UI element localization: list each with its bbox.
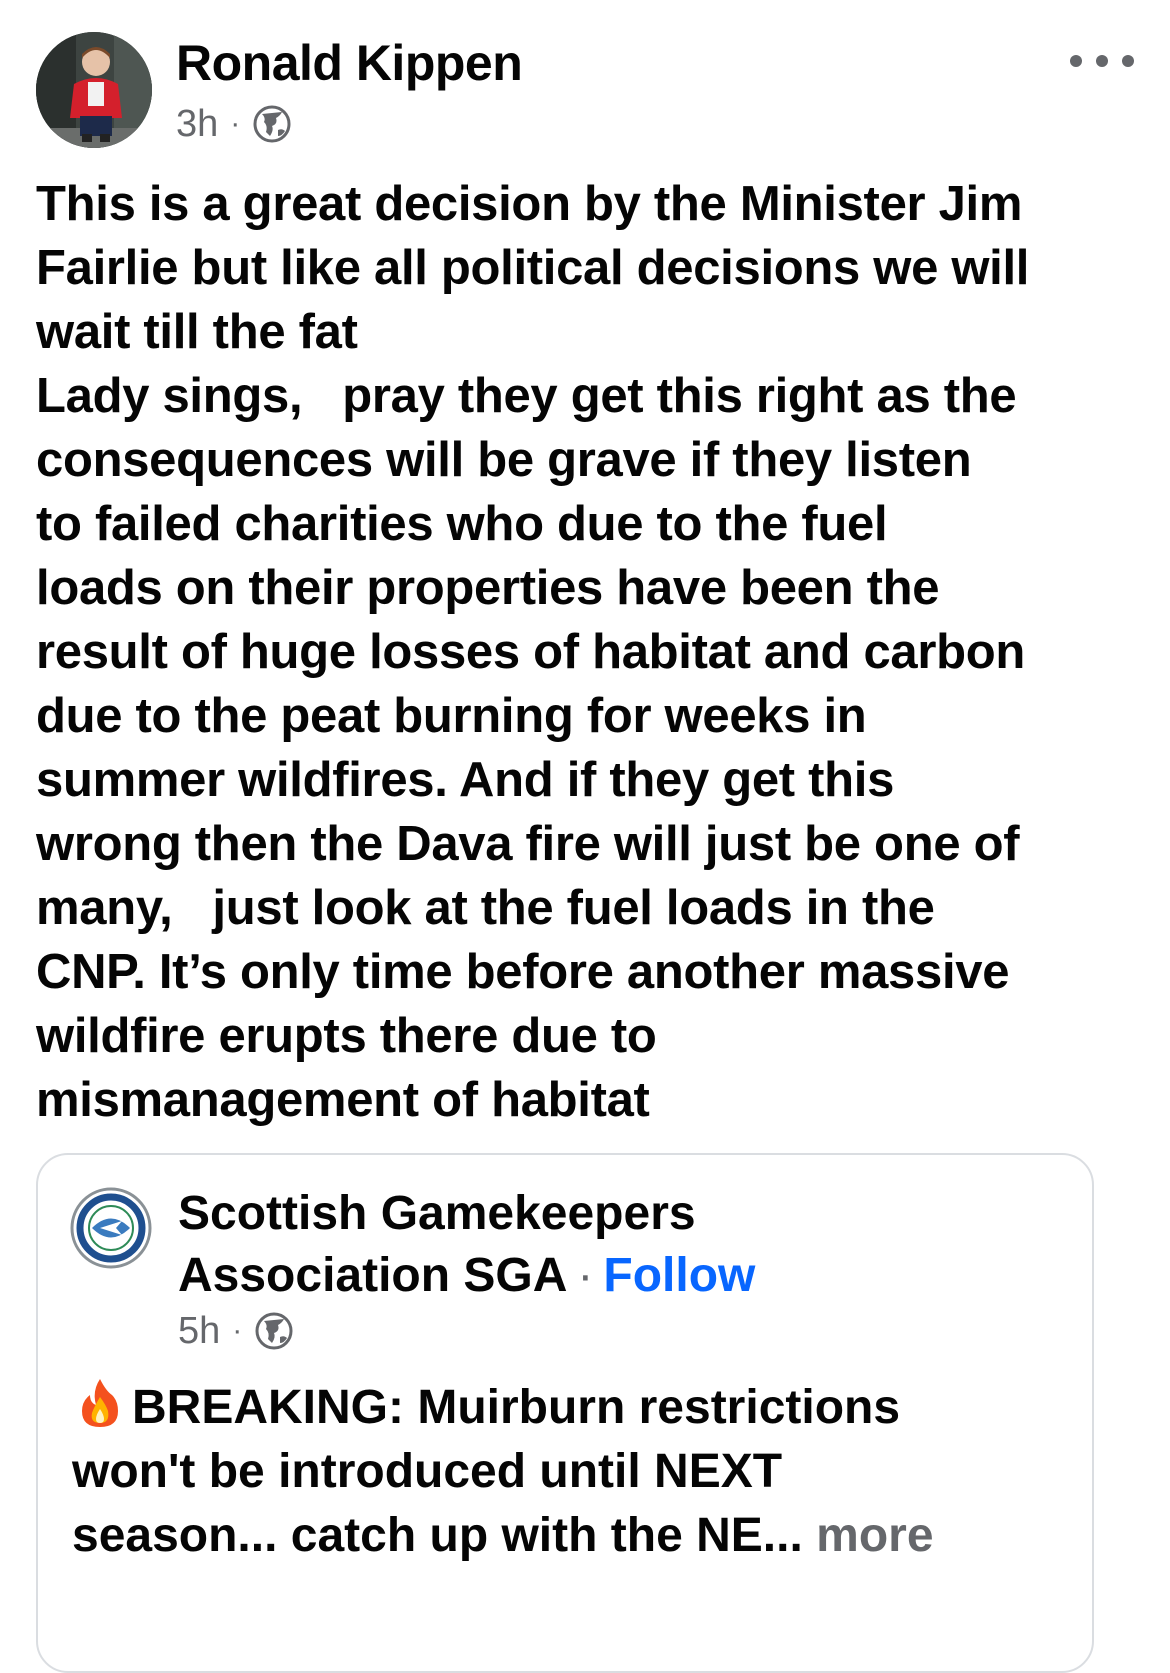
shared-text-line: won't be introduced until NEXT [72,1445,783,1498]
shared-text-line-content: season... catch up with the NE... [72,1509,803,1562]
more-dot [1070,55,1082,67]
sga-logo[interactable] [70,1187,152,1269]
post-text-line: consequences will be grave if they liste… [36,433,972,487]
meta-separator: · [230,107,241,140]
more-options-icon[interactable] [1070,46,1134,76]
post-text-line: summer wildfires. And if they get this [36,753,895,807]
page-name-line[interactable]: Association SGA [178,1249,567,1302]
post-text-line: result of huge losses of habitat and car… [36,625,1026,679]
post-text-line: Lady sings, pray they get this right as … [36,369,1017,423]
follow-button[interactable]: Follow [603,1249,755,1302]
shared-post-card[interactable]: Scottish Gamekeepers Association SGA · Fol… [36,1153,1094,1673]
post-text-line: wildfire erupts there due to [36,1009,657,1063]
post-text-line: This is a great decision by the Minister… [36,177,1023,231]
post-text: This is a great decision by the Minister… [36,172,1116,1132]
post-text-line: due to the peat burning for weeks in [36,689,867,743]
post-text-line: wrong then the Dava fire will just be on… [36,817,1020,871]
post-text-line: mismanagement of habitat [36,1073,650,1127]
shared-text-line: season... catch up with the NE... more [72,1504,1072,1568]
author-name[interactable]: Ronald Kippen [176,34,523,92]
page-name-row: Association SGA · Follow [178,1245,755,1307]
more-dot [1096,55,1108,67]
post-text-line: CNP. It’s only time before another massi… [36,945,1010,999]
author-avatar[interactable] [36,32,152,148]
post-meta: 3h · [176,102,292,146]
post-text-line: to failed charities who due to the fuel [36,497,888,551]
post-text-line: many, just look at the fuel loads in the [36,881,935,935]
fire-emoji-icon [72,1375,128,1431]
shared-text-line: BREAKING: Muirburn restrictions [72,1375,1072,1440]
post-text-line: Fairlie but like all political decisions… [36,241,1030,295]
globe-icon[interactable] [252,104,292,144]
post-timestamp[interactable]: 3h [176,103,218,146]
follow-separator: · [577,1249,594,1302]
globe-icon[interactable] [254,1311,294,1351]
meta-separator: · [232,1314,243,1347]
shared-post-text: BREAKING: Muirburn restrictions won't be… [72,1375,1072,1568]
shared-post-timestamp[interactable]: 5h [178,1310,220,1353]
page-name-line[interactable]: Scottish Gamekeepers [178,1183,755,1245]
shared-post-meta: 5h · [178,1309,294,1353]
post-text-line: loads on their properties have been the [36,561,940,615]
see-more-link[interactable]: more [816,1509,933,1562]
post-text-line: wait till the fat [36,305,358,359]
shared-page-name: Scottish Gamekeepers Association SGA · Fol… [178,1183,755,1307]
more-dot [1122,55,1134,67]
post-header: Ronald Kippen 3h · [36,32,1134,152]
shared-text-line-content: BREAKING: Muirburn restrictions [132,1381,901,1434]
